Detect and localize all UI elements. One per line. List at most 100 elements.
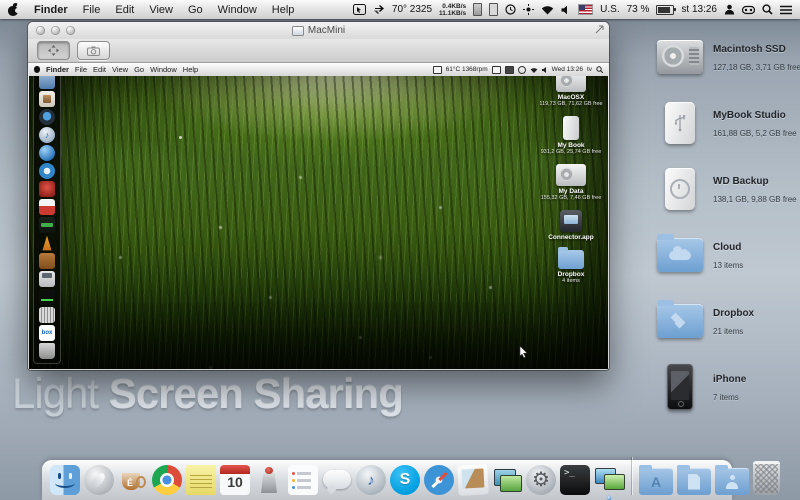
spotlight-icon[interactable]: [762, 4, 773, 15]
remote-icon-dropbox[interactable]: Dropbox 4 items: [558, 250, 585, 284]
menu-file[interactable]: File: [83, 4, 101, 16]
dock-coffee-app-icon[interactable]: É: [118, 465, 148, 495]
dock-terminal-icon[interactable]: >_: [560, 465, 590, 495]
remote-menu-finder[interactable]: Finder: [46, 65, 69, 74]
input-source-flag-icon[interactable]: [578, 4, 593, 15]
remote-dock-browser-icon[interactable]: [39, 145, 55, 161]
remote-display-icon[interactable]: [433, 66, 442, 74]
menu-view[interactable]: View: [149, 4, 173, 16]
remote-dock-keyboard-icon[interactable]: [39, 307, 55, 323]
remote-menu-help[interactable]: Help: [183, 65, 198, 74]
zoom-button[interactable]: [66, 26, 75, 35]
remote-dock-ipod-icon[interactable]: [39, 271, 55, 287]
notification-center-icon[interactable]: [780, 5, 792, 15]
battery-icon[interactable]: [656, 5, 674, 15]
dock-users-folder-icon[interactable]: [715, 468, 749, 495]
remote-dock-trash-icon[interactable]: [39, 343, 55, 359]
remote-menu-view[interactable]: View: [112, 65, 128, 74]
dock-stickies-icon[interactable]: [186, 465, 216, 495]
user-icon[interactable]: [724, 4, 735, 15]
remote-menu-window[interactable]: Window: [150, 65, 177, 74]
remote-dock-preview-icon[interactable]: [39, 91, 55, 107]
desktop-icon-mybook-studio[interactable]: MyBook Studio 161,88 GB, 5,2 GB free: [650, 90, 798, 156]
remote-apple-menu-icon[interactable]: [34, 66, 40, 73]
remote-volume-icon[interactable]: [542, 67, 548, 73]
remote-monitor-icon-2[interactable]: [505, 66, 514, 74]
remote-wifi-icon[interactable]: [530, 67, 538, 73]
dock-launchpad-icon[interactable]: [84, 465, 114, 495]
menu-window[interactable]: Window: [218, 4, 257, 16]
temp-fan-status[interactable]: 70° 2325: [392, 4, 432, 15]
menu-finder[interactable]: Finder: [34, 4, 68, 16]
close-button[interactable]: [36, 26, 45, 35]
dock-grinder-app-icon[interactable]: [254, 465, 284, 495]
volume-icon[interactable]: [561, 5, 571, 15]
apple-menu-icon[interactable]: [8, 3, 19, 16]
dock-messages-icon[interactable]: [322, 465, 352, 495]
remote-dock-front-row-icon[interactable]: [39, 181, 55, 197]
dock-applications-folder-icon[interactable]: A: [639, 468, 673, 495]
remote-icon-my-book[interactable]: My Book 931,2 GB, 25,74 GB free: [541, 116, 602, 155]
remote-spotlight-icon[interactable]: [596, 66, 603, 73]
dock-system-preferences-icon[interactable]: ⚙: [526, 465, 556, 495]
screenshot-button[interactable]: [77, 41, 110, 60]
battery-percent[interactable]: 73 %: [627, 4, 650, 15]
remote-menu-go[interactable]: Go: [134, 65, 144, 74]
remote-dock-box-icon[interactable]: box: [39, 325, 55, 341]
desktop-icon-dropbox[interactable]: Dropbox 21 items: [650, 288, 798, 354]
time-machine-icon[interactable]: [505, 4, 516, 15]
desktop-icon-iphone[interactable]: iPhone 7 items: [650, 354, 798, 420]
remote-monitor-icon[interactable]: [492, 66, 501, 74]
remote-menu-edit[interactable]: Edit: [93, 65, 106, 74]
device-battery-icon-2[interactable]: [489, 3, 498, 16]
dock-screen-sharing-icon[interactable]: [594, 465, 624, 495]
remote-dock-vlc-icon[interactable]: [39, 235, 55, 251]
fullscreen-button[interactable]: [37, 41, 70, 60]
minimize-button[interactable]: [51, 26, 60, 35]
window-titlebar[interactable]: MacMini: [28, 22, 609, 39]
remote-dock-safari-icon[interactable]: [39, 163, 55, 179]
remote-icon-connector-app[interactable]: Connector.app: [548, 210, 594, 241]
network-speed-status[interactable]: 0.4KB/s 11.1KB/s: [439, 3, 466, 17]
dock-preview-icon[interactable]: [457, 464, 489, 496]
desktop-icon-wd-backup[interactable]: WD Backup 138,1 GB, 9,88 GB free: [650, 156, 798, 222]
remote-dock-itunes-icon[interactable]: [39, 127, 55, 143]
dock-chrome-icon[interactable]: [152, 465, 182, 495]
desktop-icon-cloud[interactable]: Cloud 13 items: [650, 222, 798, 288]
remote-temp-fan-status[interactable]: 61°C 1368rpm: [446, 66, 488, 73]
dock-finder-icon[interactable]: [50, 465, 80, 495]
remote-dock-quicktime-icon[interactable]: [39, 109, 55, 125]
remote-dock-activity-monitor-icon[interactable]: [39, 289, 55, 305]
resize-icon[interactable]: [595, 25, 604, 34]
dock-calendar-icon[interactable]: 10: [220, 465, 250, 495]
backup-drum-icon[interactable]: [742, 5, 755, 15]
menu-edit[interactable]: Edit: [115, 4, 134, 16]
wifi-icon[interactable]: [541, 5, 554, 15]
input-source-label[interactable]: U.S.: [600, 4, 619, 15]
remote-clock[interactable]: Wed 13:26: [552, 66, 583, 73]
dock-skype-icon[interactable]: S: [390, 465, 420, 495]
dock-itunes-icon[interactable]: ♪: [356, 465, 386, 495]
remote-tv-status[interactable]: tv: [587, 66, 592, 73]
dock-reminders-icon[interactable]: [288, 465, 318, 495]
desktop-icon-macintosh-ssd[interactable]: Macintosh SSD 127,18 GB, 3,71 GB free: [650, 24, 798, 90]
remote-clock-icon[interactable]: [518, 66, 526, 74]
remote-dock-green-app-icon[interactable]: [39, 217, 55, 233]
sync-arrows-icon[interactable]: [373, 4, 385, 15]
remote-menu-file[interactable]: File: [75, 65, 87, 74]
icon-label: Dropbox: [713, 308, 754, 319]
dock-screens-app-icon[interactable]: [492, 465, 522, 495]
menu-go[interactable]: Go: [188, 4, 203, 16]
dock-documents-folder-icon[interactable]: [677, 468, 711, 495]
teleport-icon[interactable]: [523, 4, 534, 15]
screen-sharing-indicator-icon[interactable]: [353, 4, 366, 15]
menu-help[interactable]: Help: [272, 4, 295, 16]
dock-safari-icon[interactable]: [424, 465, 454, 495]
device-battery-icon[interactable]: [473, 3, 482, 16]
remote-dock-utility-icon[interactable]: [39, 253, 55, 269]
menu-clock[interactable]: st 13:26: [681, 4, 717, 15]
dock-trash-icon[interactable]: [753, 461, 780, 495]
remote-dock-phone-icon[interactable]: [39, 199, 55, 215]
remote-desktop-view[interactable]: Finder File Edit View Go Window Help 61°…: [29, 63, 608, 369]
remote-icon-my-data[interactable]: My Data 155,32 GB, 7,46 GB free: [541, 164, 602, 201]
